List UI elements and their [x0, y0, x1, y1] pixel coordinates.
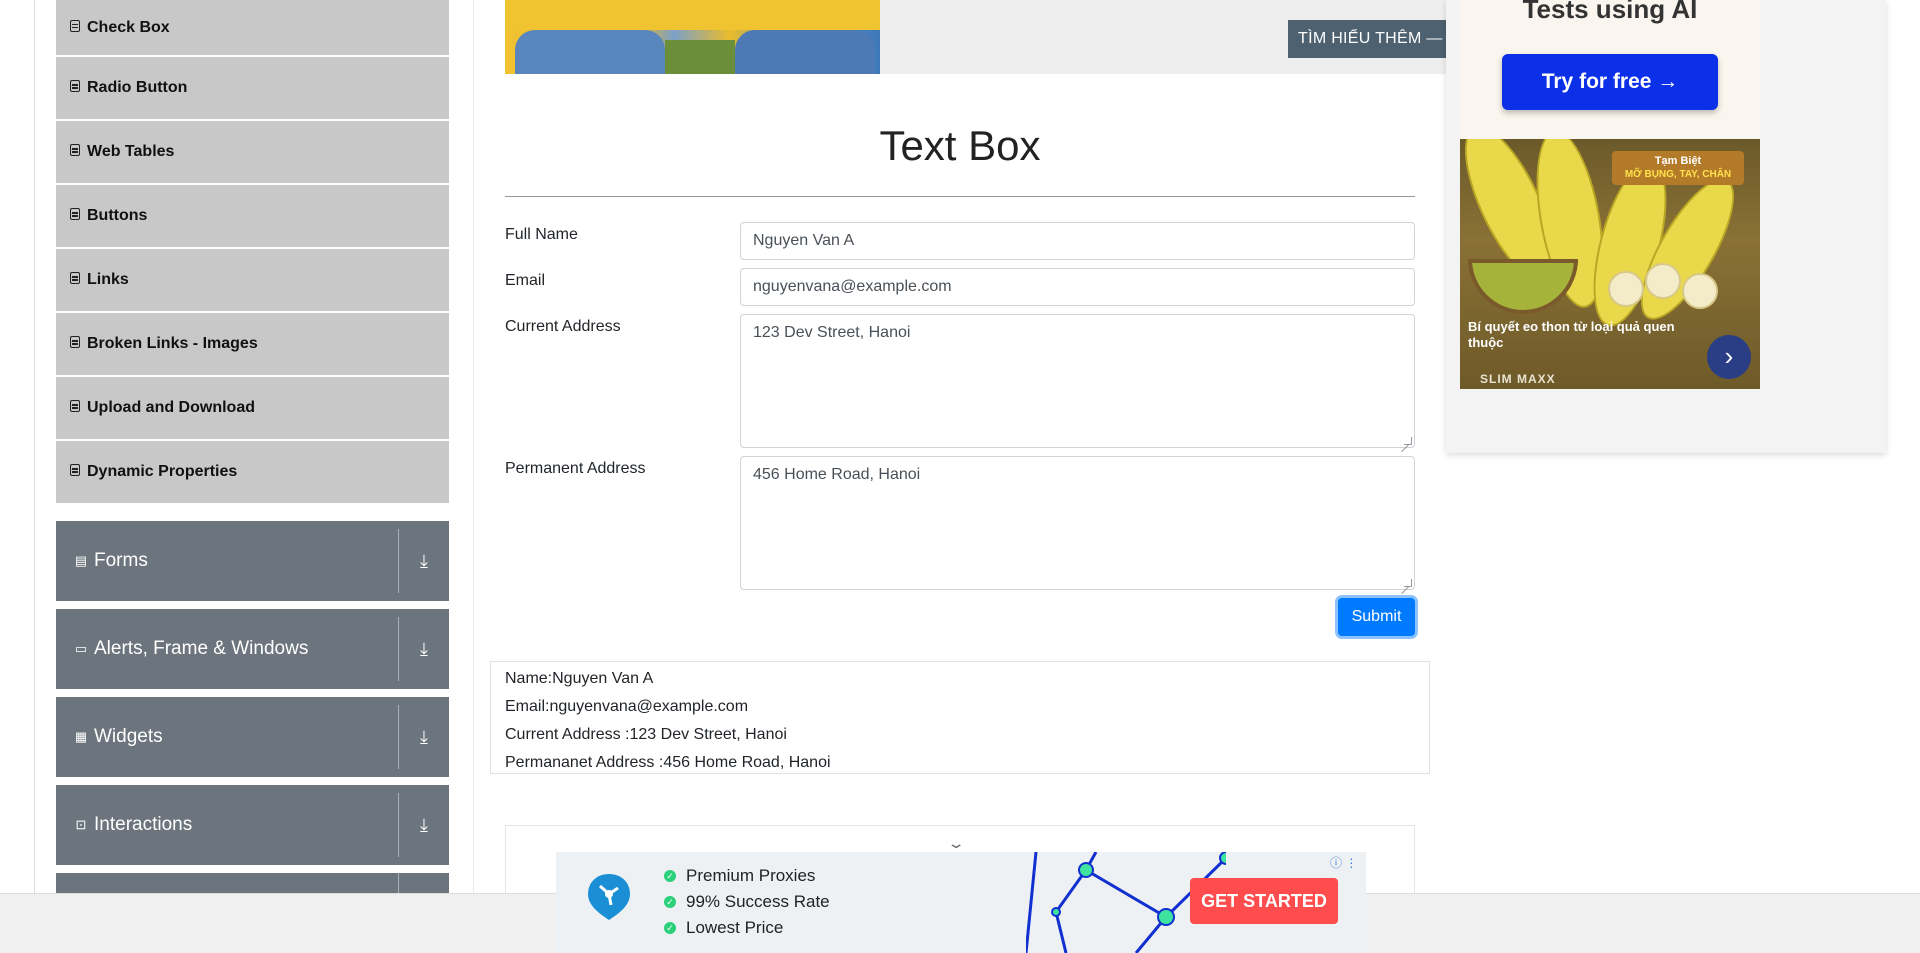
- permanent-address-label: Permanent Address: [505, 460, 646, 477]
- ad-info-icon[interactable]: ⓘ ⋮: [1330, 854, 1357, 871]
- output-email: Email:nguyenvana@example.com: [505, 698, 749, 715]
- get-started-button[interactable]: GET STARTED: [1190, 878, 1338, 924]
- sidebar-item-label: Web Tables: [87, 143, 175, 160]
- page-title: Text Box: [879, 122, 1041, 169]
- sidebar-item-check-box[interactable]: Check Box: [56, 0, 449, 55]
- chevron-down-icon[interactable]: ⌄: [947, 835, 969, 852]
- full-name-input[interactable]: Nguyen Van A: [740, 222, 1415, 260]
- download-icon[interactable]: ⤓: [399, 727, 449, 748]
- try-for-free-button[interactable]: Try for free →: [1502, 54, 1718, 110]
- matcha-bowl: [1468, 259, 1578, 314]
- output-panel: Name:Nguyen Van A Email:nguyenvana@examp…: [490, 661, 1430, 774]
- sidebar-item-upload-download[interactable]: Upload and Download: [56, 377, 449, 439]
- bottom-ad[interactable]: ✓ Premium Proxies ✓ 99% Success Rate ✓ Lowe…: [556, 852, 1366, 953]
- sidebar-divider: [473, 0, 474, 893]
- html5-icon: [70, 464, 80, 476]
- feature-item: ✓ 99% Success Rate: [664, 892, 830, 912]
- sidebar-item-label: Dynamic Properties: [87, 463, 238, 480]
- group-label: Forms: [94, 550, 148, 571]
- output-current-address: Current Address :123 Dev Street, Hanoi: [505, 726, 787, 743]
- interactions-icon: ⊡: [75, 817, 87, 832]
- html5-icon: [70, 272, 80, 284]
- sidebar-item-dynamic-properties[interactable]: Dynamic Properties: [56, 441, 449, 503]
- current-address-value: 123 Dev Street, Hanoi: [753, 324, 911, 341]
- check-icon: ✓: [664, 896, 676, 908]
- check-icon: ✓: [664, 922, 676, 934]
- email-label: Email: [505, 272, 546, 289]
- sidebar-group-alerts[interactable]: ▭ Alerts, Frame & Windows ⤓: [56, 609, 449, 689]
- banner-image[interactable]: [505, 0, 880, 74]
- sidebar-item-label: Links: [87, 271, 129, 288]
- group-label: Interactions: [94, 814, 193, 835]
- widgets-icon: ▦: [74, 729, 88, 744]
- download-icon[interactable]: ⤓: [399, 639, 449, 660]
- window-icon: ▭: [74, 641, 88, 656]
- group-label: Alerts, Frame & Windows: [94, 638, 309, 659]
- sidebar: Check Box Radio Button Web Tables Button…: [56, 0, 449, 505]
- check-icon: ✓: [664, 870, 676, 882]
- output-name: Name:Nguyen Van A: [505, 670, 654, 687]
- sidebar-group-widgets[interactable]: ▦ Widgets ⤓: [56, 697, 449, 777]
- banana-ad-caption: Bí quyết eo thon từ loại quả quen thuộc: [1468, 319, 1675, 350]
- sidebar-item-radio-button[interactable]: Radio Button: [56, 57, 449, 119]
- chevron-right-icon[interactable]: ›: [1707, 335, 1751, 379]
- sidebar-item-label: Broken Links - Images: [87, 335, 258, 352]
- sidebar-group-interactions[interactable]: ⊡ Interactions ⤓: [56, 785, 449, 865]
- banana-ad-brand: SLIM MAXX: [1480, 372, 1556, 386]
- sidebar-item-label: Buttons: [87, 207, 148, 224]
- form-icon: ▤: [74, 553, 88, 568]
- full-name-label: Full Name: [505, 226, 578, 243]
- page: Check Box Radio Button Web Tables Button…: [0, 0, 1920, 953]
- permanent-address-value: 456 Home Road, Hanoi: [753, 466, 921, 483]
- sidebar-item-buttons[interactable]: Buttons: [56, 185, 449, 247]
- sidebar-item-web-tables[interactable]: Web Tables: [56, 121, 449, 183]
- tests-ad-headline: Tests using AI: [1522, 0, 1698, 24]
- output-permanent-address: Permananet Address :456 Home Road, Hanoi: [505, 754, 831, 771]
- html5-icon: [70, 400, 80, 412]
- sidebar-item-label: Upload and Download: [87, 399, 255, 416]
- download-icon[interactable]: ⤓: [399, 815, 449, 836]
- permanent-address-textarea[interactable]: 456 Home Road, Hanoi: [740, 456, 1415, 590]
- html5-icon: [70, 336, 80, 348]
- current-address-textarea[interactable]: 123 Dev Street, Hanoi: [740, 314, 1415, 448]
- sidebar-item-broken-links[interactable]: Broken Links - Images: [56, 313, 449, 375]
- sidebar-item-label: Radio Button: [87, 79, 188, 96]
- html5-icon: [70, 144, 80, 156]
- learn-more-button[interactable]: TÌM HIỂU THÊM —: [1288, 20, 1446, 58]
- sidebar-group-forms[interactable]: ▤ Forms ⤓: [56, 521, 449, 601]
- sidebar-item-links[interactable]: Links: [56, 249, 449, 311]
- email-input[interactable]: nguyenvana@example.com: [740, 268, 1415, 306]
- resize-handle[interactable]: [1404, 579, 1412, 587]
- left-divider: [34, 0, 35, 893]
- html5-icon: [70, 19, 80, 32]
- download-icon[interactable]: ⤓: [399, 551, 449, 572]
- submit-button[interactable]: Submit: [1338, 598, 1415, 636]
- resize-handle[interactable]: [1404, 437, 1412, 445]
- html5-icon: [70, 80, 80, 92]
- sidebar-item-label: Check Box: [87, 18, 170, 36]
- ad-badge: Tạm Biệt MỠ BỤNG, TAY, CHÂN: [1612, 151, 1744, 185]
- group-label: Widgets: [94, 726, 163, 747]
- current-address-label: Current Address: [505, 318, 621, 335]
- html5-icon: [70, 208, 80, 220]
- banana-ad[interactable]: Tạm Biệt MỠ BỤNG, TAY, CHÂN Bí quyết eo …: [1460, 139, 1760, 389]
- title-divider: [505, 196, 1415, 197]
- feature-item: ✓ Lowest Price: [664, 918, 783, 938]
- proxy-logo-icon: [588, 874, 630, 920]
- feature-item: ✓ Premium Proxies: [664, 866, 815, 886]
